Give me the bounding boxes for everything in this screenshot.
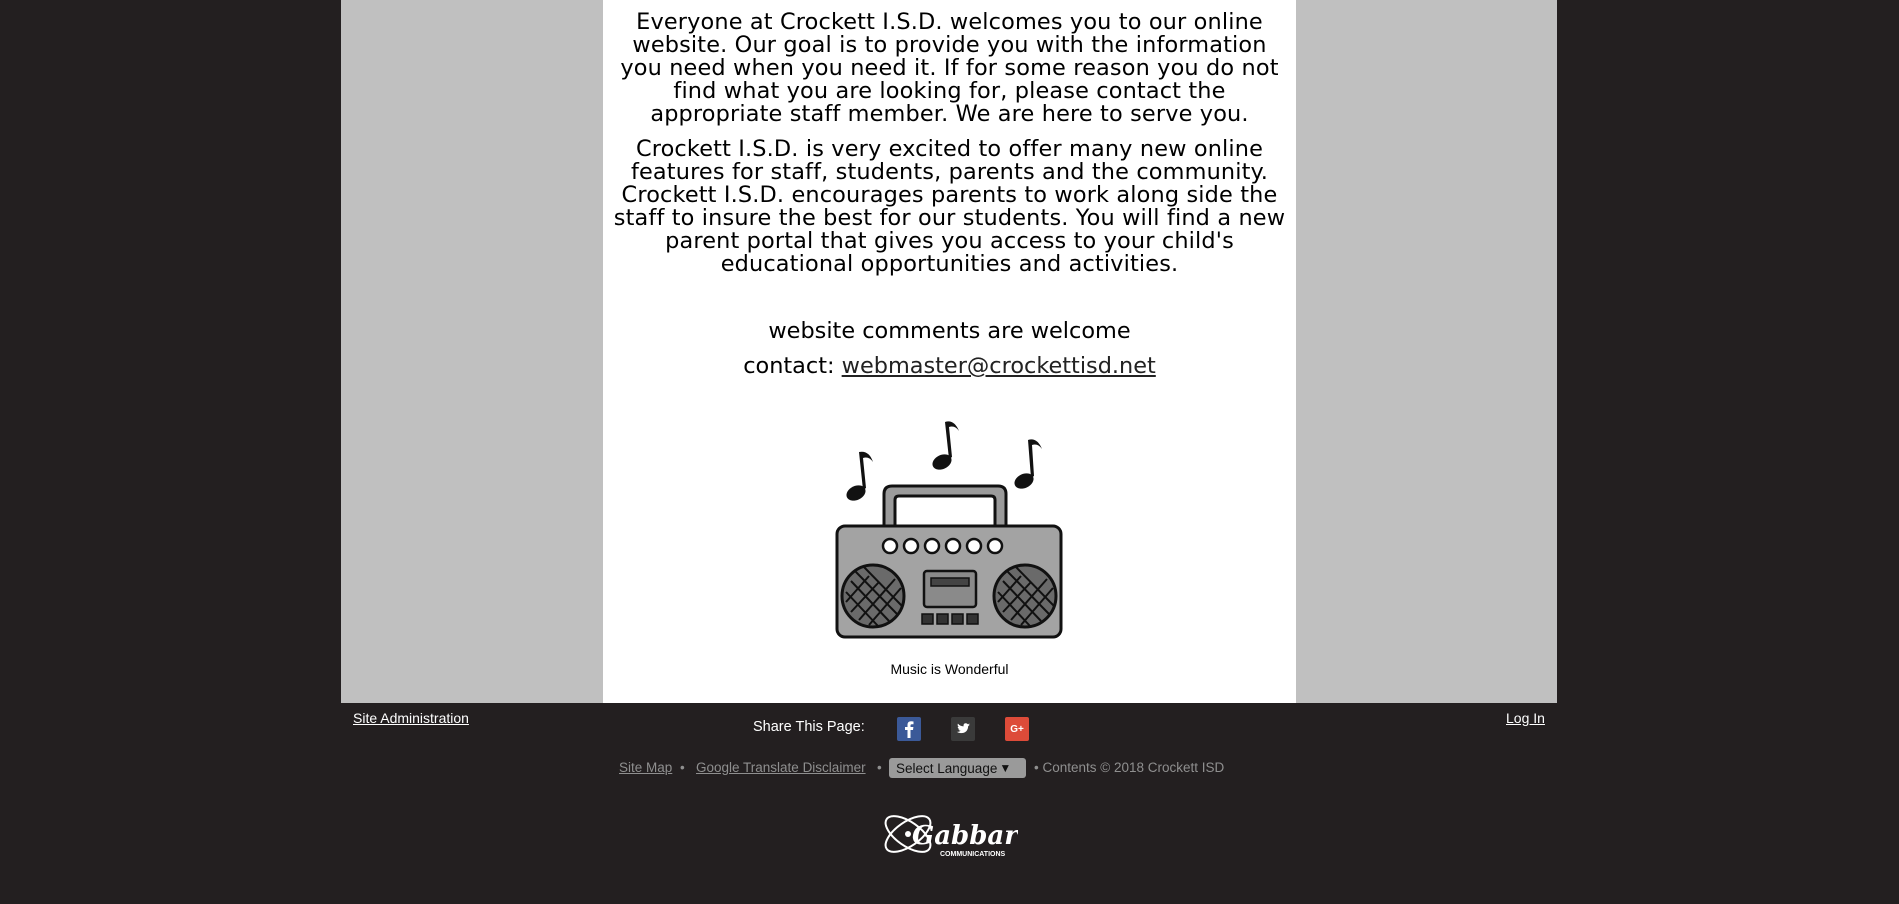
gabbart-logo-subtext: COMMUNICATIONS <box>940 851 1006 858</box>
music-note-icon <box>932 421 959 470</box>
language-select-label: Select Language <box>896 760 998 776</box>
facebook-icon[interactable] <box>897 717 921 741</box>
gabbart-logo-text: Gabbart <box>912 821 1018 851</box>
contact-line: contact: webmaster@crockettisd.net <box>603 353 1296 379</box>
google-plus-icon[interactable]: G+ <box>1005 717 1029 741</box>
dropdown-arrow-icon: ▼ <box>999 761 1012 775</box>
site-map-link[interactable]: Site Map <box>619 760 672 775</box>
contact-label: contact: <box>743 353 842 379</box>
boombox-image <box>835 421 1063 639</box>
google-plus-label: G+ <box>1010 723 1024 735</box>
share-label: Share This Page: <box>753 719 865 735</box>
gabbart-logo[interactable]: Gabbart COMMUNICATIONS <box>878 798 1018 870</box>
features-paragraph: Crockett I.S.D. is very excited to offer… <box>613 136 1286 277</box>
copyright-text: • Contents © 2018 Crockett ISD <box>1034 760 1225 775</box>
webmaster-email-link[interactable]: webmaster@crockettisd.net <box>842 353 1156 379</box>
footer-links-row: Site Map • Google Translate Disclaimer •… <box>0 758 1899 778</box>
comments-welcome-text: website comments are welcome <box>768 318 1131 344</box>
main-content: Everyone at Crockett I.S.D. welcomes you… <box>603 0 1296 703</box>
google-translate-disclaimer-link[interactable]: Google Translate Disclaimer <box>696 760 866 775</box>
login-link[interactable]: Log In <box>1506 710 1545 726</box>
image-caption: Music is Wonderful <box>890 661 1009 677</box>
twitter-icon[interactable] <box>951 717 975 741</box>
language-select[interactable]: Select Language ▼ <box>889 758 1026 778</box>
separator-dot: • <box>877 760 882 775</box>
welcome-paragraph: Everyone at Crockett I.S.D. welcomes you… <box>620 9 1279 127</box>
site-administration-link[interactable]: Site Administration <box>353 710 469 726</box>
music-note-icon <box>1014 439 1042 489</box>
separator-dot: • <box>680 760 685 775</box>
music-note-icon <box>846 451 873 501</box>
